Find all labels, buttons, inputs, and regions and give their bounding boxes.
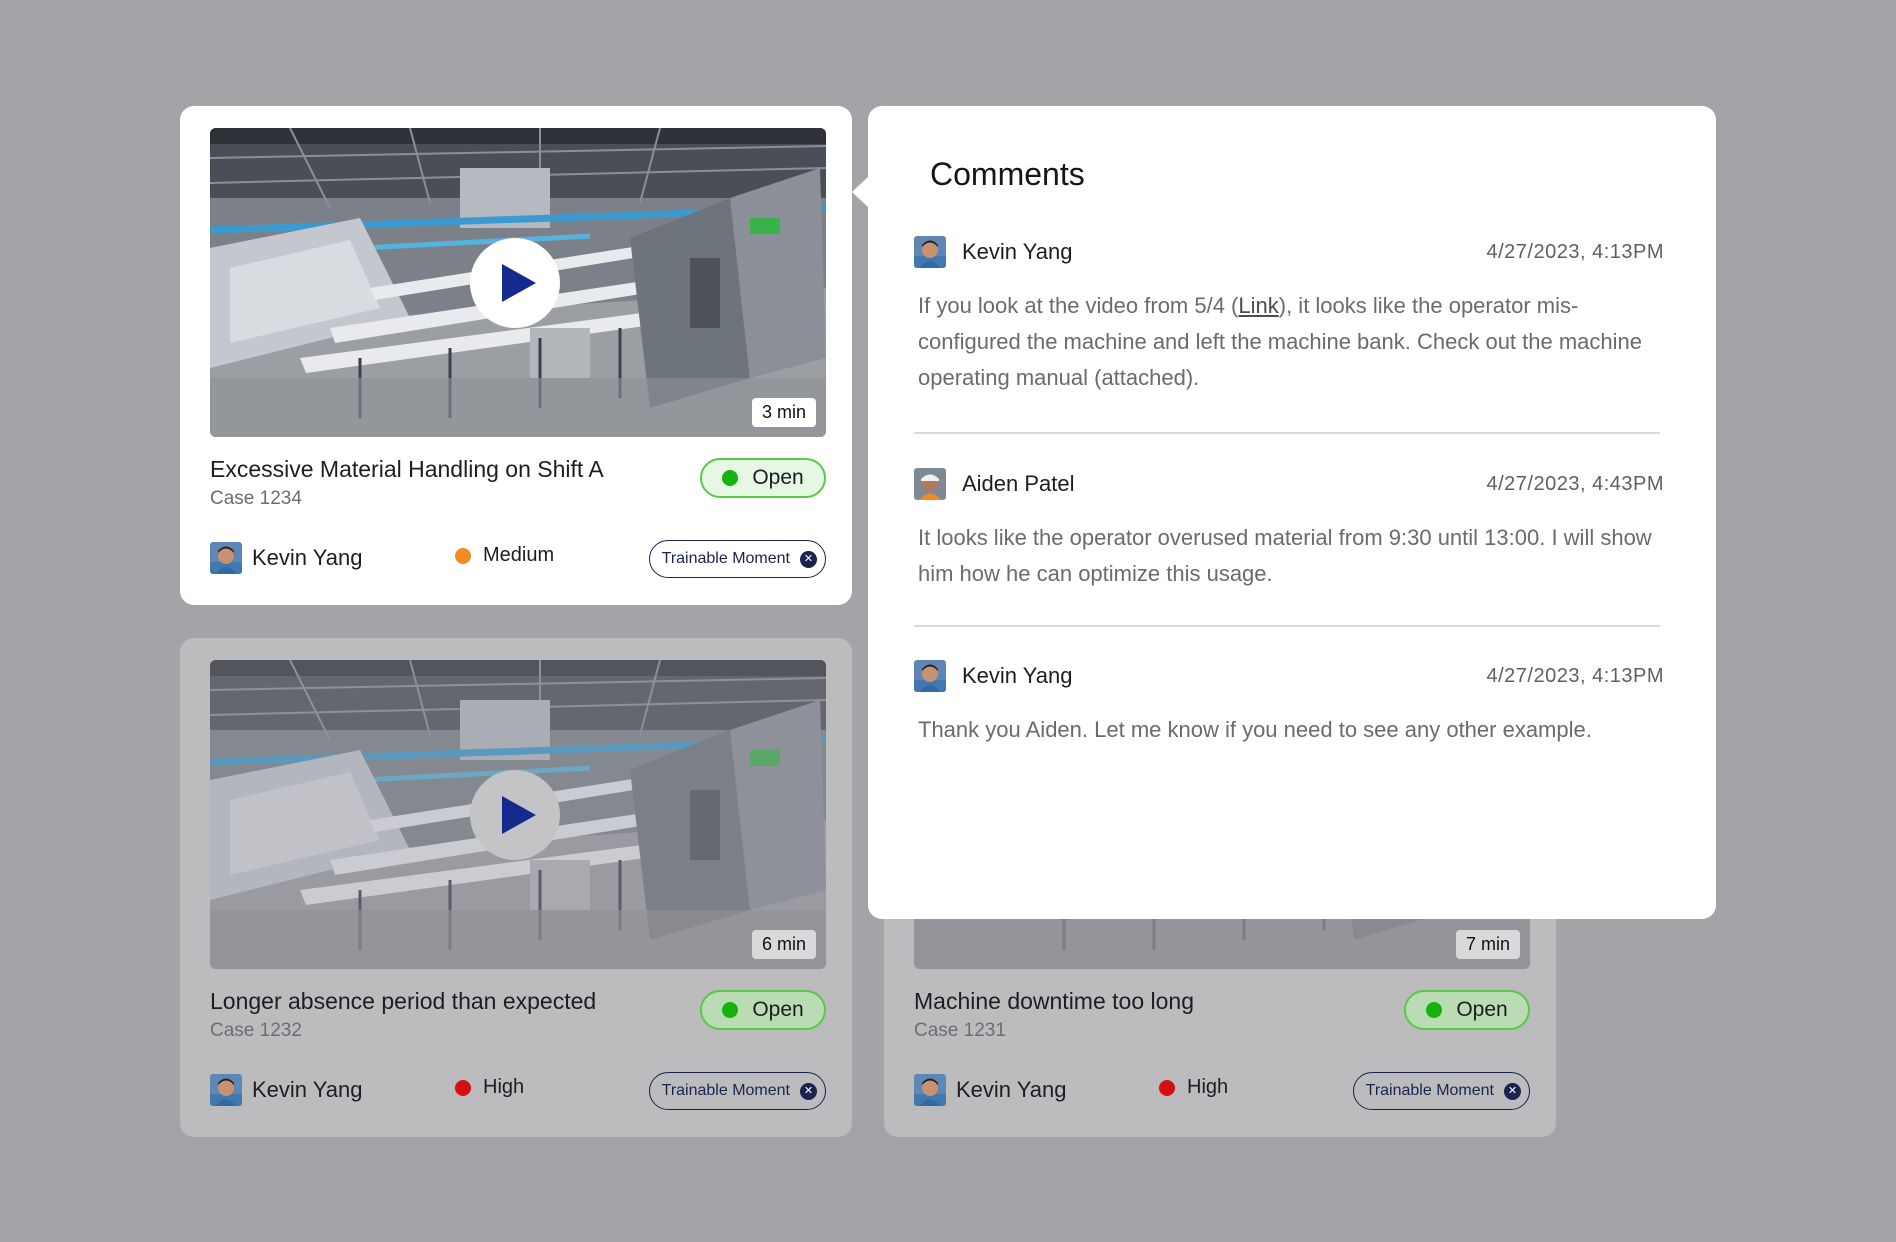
status-label: Open bbox=[752, 466, 804, 489]
video-thumbnail[interactable]: 3 min bbox=[210, 128, 826, 437]
close-icon[interactable]: ✕ bbox=[1504, 1082, 1521, 1100]
duration-badge: 3 min bbox=[751, 398, 816, 427]
comment-link[interactable]: Link bbox=[1238, 293, 1278, 318]
comments-panel: Comments Kevin Yang 4/27/2023, 4:13PM If… bbox=[868, 106, 1716, 919]
comment-author: Kevin Yang bbox=[962, 663, 1073, 688]
assignee: Kevin Yang bbox=[914, 1074, 1067, 1106]
comment-timestamp: 4/27/2023, 4:13PM bbox=[1486, 664, 1664, 687]
assignee: Kevin Yang bbox=[210, 1074, 363, 1106]
duration-badge: 6 min bbox=[751, 930, 816, 959]
case-number: Case 1232 bbox=[210, 1020, 302, 1041]
tag-label: Trainable Moment bbox=[661, 550, 790, 567]
case-title: Longer absence period than expected bbox=[210, 988, 597, 1014]
duration-badge: 7 min bbox=[1455, 930, 1520, 959]
priority-dot-icon bbox=[1159, 1079, 1175, 1096]
play-icon bbox=[502, 264, 536, 302]
play-button[interactable] bbox=[470, 770, 560, 860]
status-badge[interactable]: Open bbox=[700, 458, 826, 498]
comment-text: It looks like the operator overused mate… bbox=[918, 525, 1652, 586]
trainable-moment-tag[interactable]: Trainable Moment ✕ bbox=[648, 1072, 826, 1110]
priority-dot-icon bbox=[455, 1079, 471, 1096]
comment-author: Kevin Yang bbox=[962, 239, 1073, 264]
comment-timestamp: 4/27/2023, 4:43PM bbox=[1486, 472, 1664, 495]
status-label: Open bbox=[1456, 998, 1508, 1021]
status-dot-icon bbox=[722, 470, 739, 486]
status-label: Open bbox=[752, 998, 804, 1021]
case-title: Machine downtime too long bbox=[914, 988, 1194, 1014]
priority-indicator: High bbox=[1159, 1076, 1228, 1099]
comments-title: Comments bbox=[930, 156, 1085, 192]
case-card[interactable]: 6 min Longer absence period than expecte… bbox=[180, 638, 852, 1137]
avatar bbox=[914, 1074, 946, 1106]
avatar bbox=[210, 542, 242, 574]
divider bbox=[914, 432, 1660, 434]
tag-label: Trainable Moment bbox=[1365, 1082, 1494, 1099]
case-title: Excessive Material Handling on Shift A bbox=[210, 456, 604, 482]
priority-label: High bbox=[483, 1076, 525, 1098]
close-icon[interactable]: ✕ bbox=[800, 1082, 817, 1100]
assignee-name: Kevin Yang bbox=[956, 1077, 1067, 1102]
avatar bbox=[210, 1074, 242, 1106]
status-badge[interactable]: Open bbox=[1404, 990, 1530, 1030]
play-icon bbox=[502, 796, 536, 834]
comment-author: Aiden Patel bbox=[962, 471, 1075, 496]
case-card[interactable]: 3 min Excessive Material Handling on Shi… bbox=[180, 106, 852, 605]
trainable-moment-tag[interactable]: Trainable Moment ✕ bbox=[1352, 1072, 1530, 1110]
status-dot-icon bbox=[722, 1002, 739, 1018]
divider bbox=[914, 625, 1660, 627]
status-badge[interactable]: Open bbox=[700, 990, 826, 1030]
priority-label: High bbox=[1187, 1076, 1229, 1098]
priority-label: Medium bbox=[483, 544, 555, 566]
avatar bbox=[914, 236, 946, 268]
case-number: Case 1231 bbox=[914, 1020, 1006, 1041]
popover-arrow bbox=[852, 176, 869, 208]
assignee-name: Kevin Yang bbox=[252, 1077, 363, 1102]
avatar bbox=[914, 660, 946, 692]
comment-item: Aiden Patel 4/27/2023, 4:43PM It looks l… bbox=[914, 468, 1664, 592]
priority-indicator: Medium bbox=[455, 544, 554, 567]
comment-item: Kevin Yang 4/27/2023, 4:13PM Thank you A… bbox=[914, 660, 1664, 748]
close-icon[interactable]: ✕ bbox=[800, 550, 817, 568]
assignee: Kevin Yang bbox=[210, 542, 363, 574]
priority-dot-icon bbox=[455, 547, 471, 564]
assignee-name: Kevin Yang bbox=[252, 545, 363, 570]
comment-text: Thank you Aiden. Let me know if you need… bbox=[918, 717, 1592, 742]
avatar bbox=[914, 468, 946, 500]
video-thumbnail[interactable]: 6 min bbox=[210, 660, 826, 969]
comment-timestamp: 4/27/2023, 4:13PM bbox=[1486, 240, 1664, 263]
comment-item: Kevin Yang 4/27/2023, 4:13PM If you look… bbox=[914, 236, 1664, 396]
tag-label: Trainable Moment bbox=[661, 1082, 790, 1099]
trainable-moment-tag[interactable]: Trainable Moment ✕ bbox=[648, 540, 826, 578]
status-dot-icon bbox=[1426, 1002, 1443, 1018]
priority-indicator: High bbox=[455, 1076, 524, 1099]
comment-text: If you look at the video from 5/4 (Link)… bbox=[918, 293, 1643, 390]
play-button[interactable] bbox=[470, 238, 560, 328]
case-number: Case 1234 bbox=[210, 488, 302, 509]
